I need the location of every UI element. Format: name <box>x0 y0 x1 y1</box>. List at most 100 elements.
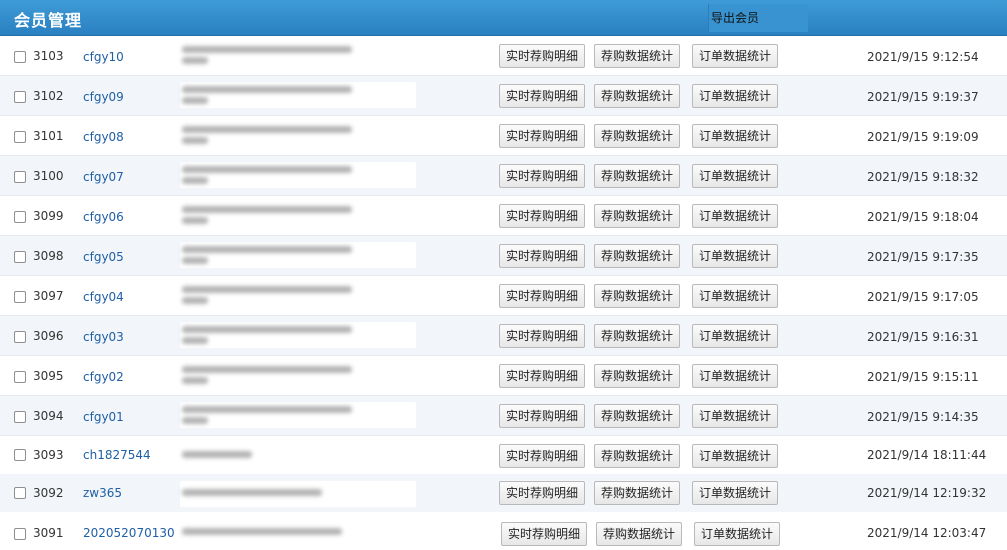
redacted-organization <box>180 162 416 188</box>
registration-time: 2021/9/15 9:19:37 <box>867 90 979 104</box>
table-row: 3099 cfgy06 实时荐购明细 荐购数据统计 订单数据统计 2021/9/… <box>0 196 1007 236</box>
member-username-link[interactable]: cfgy08 <box>83 130 124 144</box>
table-row: 3097 cfgy04 实时荐购明细 荐购数据统计 订单数据统计 2021/9/… <box>0 276 1007 316</box>
member-username-link[interactable]: cfgy05 <box>83 250 124 264</box>
row-checkbox[interactable] <box>14 371 26 383</box>
member-username-link[interactable]: cfgy02 <box>83 370 124 384</box>
realtime-recommend-detail-button[interactable]: 实时荐购明细 <box>499 204 585 228</box>
page-title: 会员管理 <box>14 11 83 30</box>
recommend-stats-button[interactable]: 荐购数据统计 <box>594 364 680 388</box>
recommend-stats-button[interactable]: 荐购数据统计 <box>594 324 680 348</box>
registration-time: 2021/9/15 9:14:35 <box>867 410 979 424</box>
table-row: 3103 cfgy10 实时荐购明细 荐购数据统计 订单数据统计 2021/9/… <box>0 36 1007 76</box>
realtime-recommend-detail-button[interactable]: 实时荐购明细 <box>499 244 585 268</box>
member-username-link[interactable]: zw365 <box>83 486 122 500</box>
member-username-link[interactable]: cfgy07 <box>83 170 124 184</box>
recommend-stats-button[interactable]: 荐购数据统计 <box>594 444 680 468</box>
row-checkbox[interactable] <box>14 251 26 263</box>
realtime-recommend-detail-button[interactable]: 实时荐购明细 <box>499 364 585 388</box>
export-members-button[interactable]: 导出会员 <box>708 4 808 32</box>
member-id: 3099 <box>33 209 64 223</box>
member-id: 3100 <box>33 169 64 183</box>
member-username-link[interactable]: 202052070130 <box>83 526 175 540</box>
redacted-organization <box>180 82 416 108</box>
row-checkbox[interactable] <box>14 171 26 183</box>
redacted-organization <box>180 520 416 546</box>
row-checkbox[interactable] <box>14 91 26 103</box>
recommend-stats-button[interactable]: 荐购数据统计 <box>594 244 680 268</box>
order-stats-button[interactable]: 订单数据统计 <box>692 204 778 228</box>
recommend-stats-button[interactable]: 荐购数据统计 <box>596 522 682 546</box>
registration-time: 2021/9/15 9:19:09 <box>867 130 979 144</box>
row-checkbox[interactable] <box>14 449 26 461</box>
row-checkbox[interactable] <box>14 211 26 223</box>
realtime-recommend-detail-button[interactable]: 实时荐购明细 <box>499 404 585 428</box>
member-id: 3092 <box>33 486 64 500</box>
order-stats-button[interactable]: 订单数据统计 <box>694 522 780 546</box>
order-stats-button[interactable]: 订单数据统计 <box>692 364 778 388</box>
member-id: 3093 <box>33 448 64 462</box>
redacted-organization <box>180 242 416 268</box>
redacted-organization <box>180 122 416 148</box>
table-row: 3101 cfgy08 实时荐购明细 荐购数据统计 订单数据统计 2021/9/… <box>0 116 1007 156</box>
registration-time: 2021/9/15 9:17:05 <box>867 290 979 304</box>
realtime-recommend-detail-button[interactable]: 实时荐购明细 <box>499 284 585 308</box>
table-row: 3098 cfgy05 实时荐购明细 荐购数据统计 订单数据统计 2021/9/… <box>0 236 1007 276</box>
member-id: 3103 <box>33 49 64 63</box>
row-checkbox[interactable] <box>14 528 26 540</box>
recommend-stats-button[interactable]: 荐购数据统计 <box>594 44 680 68</box>
redacted-organization <box>180 402 416 428</box>
realtime-recommend-detail-button[interactable]: 实时荐购明细 <box>499 444 585 468</box>
recommend-stats-button[interactable]: 荐购数据统计 <box>594 481 680 505</box>
member-id: 3097 <box>33 289 64 303</box>
registration-time: 2021/9/14 12:03:47 <box>867 526 987 540</box>
redacted-organization <box>180 42 416 68</box>
registration-time: 2021/9/15 9:18:32 <box>867 170 979 184</box>
realtime-recommend-detail-button[interactable]: 实时荐购明细 <box>499 324 585 348</box>
order-stats-button[interactable]: 订单数据统计 <box>692 164 778 188</box>
order-stats-button[interactable]: 订单数据统计 <box>692 444 778 468</box>
realtime-recommend-detail-button[interactable]: 实时荐购明细 <box>499 481 585 505</box>
member-username-link[interactable]: cfgy10 <box>83 50 124 64</box>
order-stats-button[interactable]: 订单数据统计 <box>692 324 778 348</box>
member-username-link[interactable]: cfgy01 <box>83 410 124 424</box>
recommend-stats-button[interactable]: 荐购数据统计 <box>594 124 680 148</box>
realtime-recommend-detail-button[interactable]: 实时荐购明细 <box>499 124 585 148</box>
order-stats-button[interactable]: 订单数据统计 <box>692 404 778 428</box>
member-id: 3102 <box>33 89 64 103</box>
realtime-recommend-detail-button[interactable]: 实时荐购明细 <box>501 522 587 546</box>
row-checkbox[interactable] <box>14 331 26 343</box>
row-checkbox[interactable] <box>14 487 26 499</box>
order-stats-button[interactable]: 订单数据统计 <box>692 284 778 308</box>
realtime-recommend-detail-button[interactable]: 实时荐购明细 <box>499 84 585 108</box>
member-id: 3101 <box>33 129 64 143</box>
recommend-stats-button[interactable]: 荐购数据统计 <box>594 164 680 188</box>
member-username-link[interactable]: cfgy03 <box>83 330 124 344</box>
registration-time: 2021/9/14 18:11:44 <box>867 448 987 462</box>
recommend-stats-button[interactable]: 荐购数据统计 <box>594 404 680 428</box>
recommend-stats-button[interactable]: 荐购数据统计 <box>594 284 680 308</box>
table-row: 3094 cfgy01 实时荐购明细 荐购数据统计 订单数据统计 2021/9/… <box>0 396 1007 436</box>
order-stats-button[interactable]: 订单数据统计 <box>692 244 778 268</box>
table-row: 3093 ch1827544 实时荐购明细 荐购数据统计 订单数据统计 2021… <box>0 436 1007 476</box>
realtime-recommend-detail-button[interactable]: 实时荐购明细 <box>499 44 585 68</box>
member-username-link[interactable]: cfgy04 <box>83 290 124 304</box>
order-stats-button[interactable]: 订单数据统计 <box>692 124 778 148</box>
row-checkbox[interactable] <box>14 51 26 63</box>
order-stats-button[interactable]: 订单数据统计 <box>692 84 778 108</box>
row-checkbox[interactable] <box>14 291 26 303</box>
member-username-link[interactable]: cfgy09 <box>83 90 124 104</box>
row-checkbox[interactable] <box>14 411 26 423</box>
row-checkbox[interactable] <box>14 131 26 143</box>
member-username-link[interactable]: ch1827544 <box>83 448 151 462</box>
recommend-stats-button[interactable]: 荐购数据统计 <box>594 84 680 108</box>
recommend-stats-button[interactable]: 荐购数据统计 <box>594 204 680 228</box>
member-username-link[interactable]: cfgy06 <box>83 210 124 224</box>
member-id: 3096 <box>33 329 64 343</box>
order-stats-button[interactable]: 订单数据统计 <box>692 481 778 505</box>
member-id: 3094 <box>33 409 64 423</box>
order-stats-button[interactable]: 订单数据统计 <box>692 44 778 68</box>
realtime-recommend-detail-button[interactable]: 实时荐购明细 <box>499 164 585 188</box>
redacted-organization <box>180 282 416 308</box>
registration-time: 2021/9/15 9:15:11 <box>867 370 979 384</box>
